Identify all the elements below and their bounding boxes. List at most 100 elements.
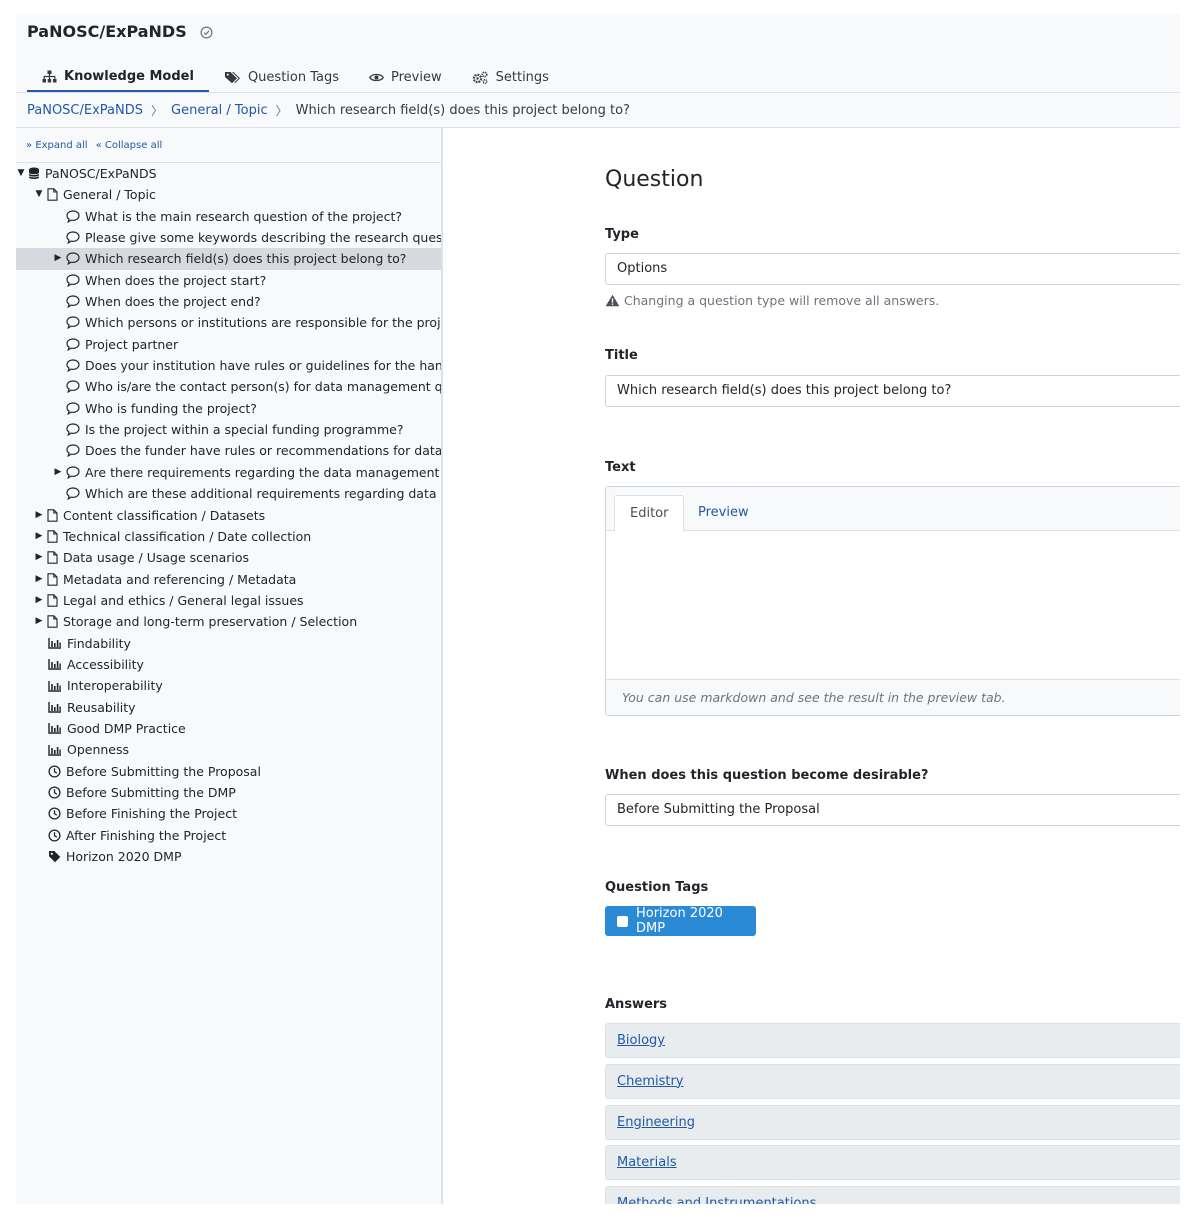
tree-question-link[interactable]: Which research field(s) does this projec… <box>66 248 406 269</box>
caret-right-icon[interactable]: ▶ <box>34 611 44 632</box>
breadcrumb-link-chapter[interactable]: General / Topic <box>171 103 268 118</box>
answer-link[interactable]: Biology <box>617 1033 665 1048</box>
tree-metric-link[interactable]: Reusability <box>48 697 136 718</box>
tree-question-row[interactable]: Does your institution have rules or guid… <box>16 355 441 376</box>
markdown-textarea[interactable] <box>606 531 1180 681</box>
tree-question-link[interactable]: When does the project start? <box>66 270 266 291</box>
tree-question-row[interactable]: When does the project start? <box>16 270 441 291</box>
tree-chapter-link[interactable]: General / Topic <box>47 184 156 205</box>
tree-phase-row[interactable]: Before Finishing the Project <box>16 803 441 824</box>
tag-checkbox[interactable] <box>617 915 628 927</box>
tree-chapter-link[interactable]: Storage and long-term preservation / Sel… <box>47 611 357 632</box>
tree-question-row[interactable]: ▶ Are there requirements regarding the da… <box>16 462 441 483</box>
desirable-select[interactable]: Before Submitting the Proposal <box>605 794 1180 826</box>
tree-question-row[interactable]: Which are these additional requirements … <box>16 483 441 504</box>
tree-metric-row[interactable]: Openness <box>16 739 441 760</box>
tree-phase-link[interactable]: After Finishing the Project <box>48 825 226 846</box>
tree-metric-link[interactable]: Openness <box>48 739 129 760</box>
tree-chapter-row[interactable]: ▶ Metadata and referencing / Metadata <box>16 569 441 590</box>
tree-metric-row[interactable]: Interoperability <box>16 675 441 696</box>
caret-right-icon[interactable]: ▶ <box>34 505 44 526</box>
tree-chapter-link[interactable]: Metadata and referencing / Metadata <box>47 569 296 590</box>
caret-right-icon[interactable]: ▶ <box>53 462 63 483</box>
tree-question-link[interactable]: Does the funder have rules or recommenda… <box>66 440 441 461</box>
tree-metric-row[interactable]: Good DMP Practice <box>16 718 441 739</box>
type-select[interactable]: Options <box>605 253 1180 285</box>
tree-chapter-row[interactable]: ▼ General / Topic <box>16 184 441 205</box>
tree-question-link[interactable]: Please give some keywords describing the… <box>66 227 441 248</box>
tree-tag-row[interactable]: Horizon 2020 DMP <box>16 846 441 867</box>
tree-question-link[interactable]: What is the main research question of th… <box>66 206 402 227</box>
tree-question-link[interactable]: Who is/are the contact person(s) for dat… <box>66 376 441 397</box>
tree-question-link[interactable]: When does the project end? <box>66 291 261 312</box>
tree-tag-link[interactable]: Horizon 2020 DMP <box>48 846 182 867</box>
tree-chapter-row[interactable]: ▶ Technical classification / Date collect… <box>16 526 441 547</box>
expand-all-link[interactable]: » Expand all <box>26 140 88 151</box>
tree-chapter-row[interactable]: ▶ Storage and long-term preservation / Se… <box>16 611 441 632</box>
caret-right-icon[interactable]: ▶ <box>34 526 44 547</box>
tree-question-row[interactable]: Please give some keywords describing the… <box>16 227 441 248</box>
caret-right-icon[interactable]: ▶ <box>34 590 44 611</box>
tree-question-link[interactable]: Are there requirements regarding the dat… <box>66 462 441 483</box>
tree-phase-link[interactable]: Before Submitting the DMP <box>48 782 236 803</box>
tree-question-row[interactable]: Does the funder have rules or recommenda… <box>16 440 441 461</box>
tab-settings[interactable]: Settings <box>457 62 564 92</box>
tab-question-tags[interactable]: Question Tags <box>209 62 354 92</box>
collapse-all-link[interactable]: « Collapse all <box>96 140 163 151</box>
tree-question-link[interactable]: Is the project within a special funding … <box>66 419 403 440</box>
tree-phase-row[interactable]: Before Submitting the DMP <box>16 782 441 803</box>
tree-question-row[interactable]: Who is/are the contact person(s) for dat… <box>16 376 441 397</box>
tree-question-link[interactable]: Which are these additional requirements … <box>66 483 441 504</box>
tree-chapter-row[interactable]: ▶ Legal and ethics / General legal issues <box>16 590 441 611</box>
tree-question-link[interactable]: Which persons or institutions are respon… <box>66 312 441 333</box>
tree-question-row[interactable]: When does the project end? <box>16 291 441 312</box>
tag-toggle-horizon-2020[interactable]: Horizon 2020 DMP <box>605 906 756 936</box>
tree-question-link[interactable]: Project partner <box>66 334 178 355</box>
tree-chapter-link[interactable]: Data usage / Usage scenarios <box>47 547 249 568</box>
tree-question-link[interactable]: Who is funding the project? <box>66 398 257 419</box>
answer-link[interactable]: Materials <box>617 1155 677 1170</box>
tree-chapter-row[interactable]: ▶ Data usage / Usage scenarios <box>16 547 441 568</box>
tree-metric-link[interactable]: Interoperability <box>48 675 163 696</box>
tab-knowledge-model[interactable]: Knowledge Model <box>27 62 209 92</box>
tree-metric-row[interactable]: Accessibility <box>16 654 441 675</box>
collapse-all-label: Collapse all <box>104 139 163 151</box>
tree-chapter-link[interactable]: Content classification / Datasets <box>47 505 265 526</box>
tree-phase-row[interactable]: After Finishing the Project <box>16 825 441 846</box>
tree-phase-link[interactable]: Before Submitting the Proposal <box>48 761 261 782</box>
tree-phase-row[interactable]: Before Submitting the Proposal <box>16 761 441 782</box>
tree-metric-row[interactable]: Findability <box>16 633 441 654</box>
tree-phase-link[interactable]: Before Finishing the Project <box>48 803 237 824</box>
tree-metric-link[interactable]: Accessibility <box>48 654 144 675</box>
tree-question-row[interactable]: What is the main research question of th… <box>16 206 441 227</box>
chart-line-icon <box>48 702 61 713</box>
caret-down-icon[interactable]: ▼ <box>34 184 44 205</box>
answer-link[interactable]: Engineering <box>617 1115 695 1130</box>
tree-root-link[interactable]: PaNOSC/ExPaNDS <box>28 163 157 184</box>
breadcrumb-link-km[interactable]: PaNOSC/ExPaNDS <box>27 103 143 118</box>
tree-chapter-link[interactable]: Technical classification / Date collecti… <box>47 526 311 547</box>
tree-question-row[interactable]: Who is funding the project? <box>16 398 441 419</box>
tree-metric-row[interactable]: Reusability <box>16 697 441 718</box>
tree-chapter-row[interactable]: ▶ Content classification / Datasets <box>16 505 441 526</box>
tree-question-link[interactable]: Does your institution have rules or guid… <box>66 355 441 376</box>
warning-icon <box>605 294 620 307</box>
tree-metric-link[interactable]: Good DMP Practice <box>48 718 186 739</box>
tree-chapter-link[interactable]: Legal and ethics / General legal issues <box>47 590 304 611</box>
answer-link[interactable]: Methods and Instrumentations <box>617 1196 816 1204</box>
caret-right-icon[interactable]: ▶ <box>34 569 44 590</box>
caret-down-icon[interactable]: ▼ <box>16 163 26 184</box>
editor-tab-editor[interactable]: Editor <box>614 495 685 532</box>
tree-question-row[interactable]: Is the project within a special funding … <box>16 419 441 440</box>
tree-metric-link[interactable]: Findability <box>48 633 131 654</box>
answer-link[interactable]: Chemistry <box>617 1074 684 1089</box>
tree-question-row[interactable]: Which persons or institutions are respon… <box>16 312 441 333</box>
tree-question-row[interactable]: Project partner <box>16 334 441 355</box>
caret-right-icon[interactable]: ▶ <box>34 547 44 568</box>
caret-right-icon[interactable]: ▶ <box>53 248 63 269</box>
tab-preview[interactable]: Preview <box>354 62 457 92</box>
editor-tab-preview[interactable]: Preview <box>683 495 764 532</box>
title-input[interactable]: Which research field(s) does this projec… <box>605 375 1180 407</box>
tree-root-row[interactable]: ▼ PaNOSC/ExPaNDS <box>16 163 441 184</box>
tree-question-row[interactable]: ▶ Which research field(s) does this proje… <box>16 248 441 270</box>
